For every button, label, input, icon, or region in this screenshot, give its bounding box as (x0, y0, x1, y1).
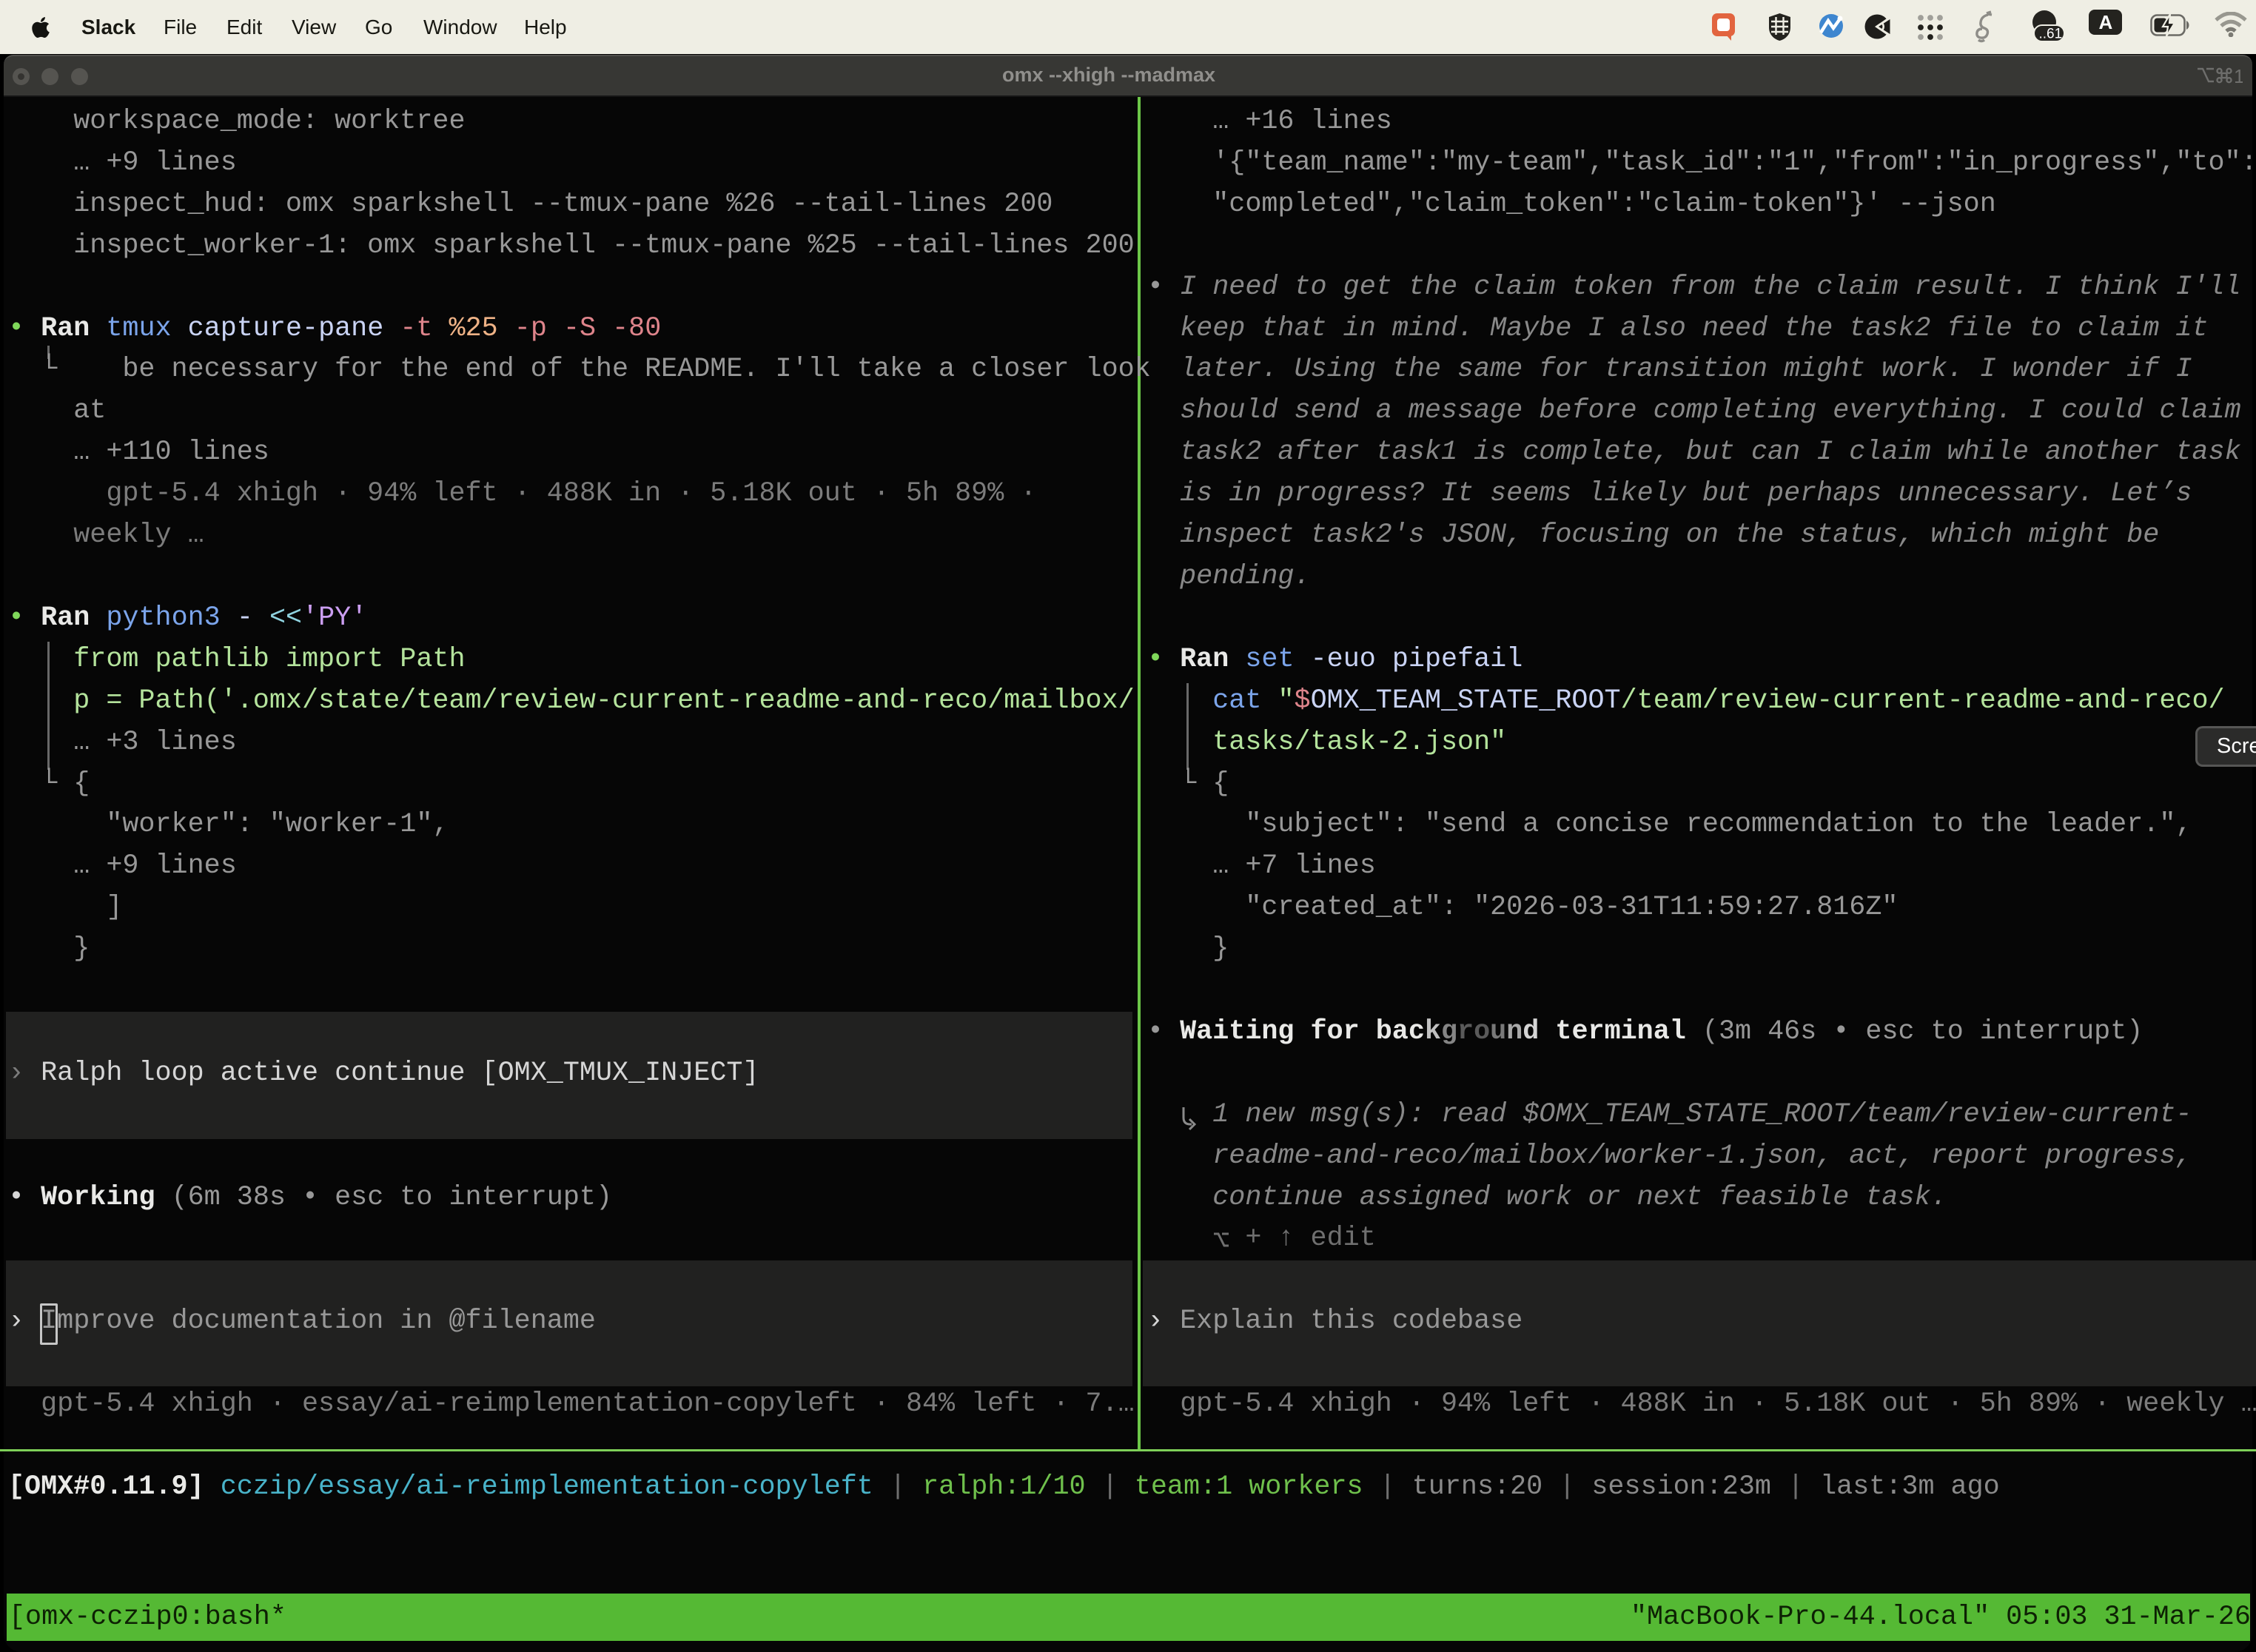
svg-text:A: A (2099, 11, 2113, 33)
svg-text:1: 1 (2234, 66, 2243, 87)
svg-text:..61: ..61 (2039, 27, 2063, 42)
